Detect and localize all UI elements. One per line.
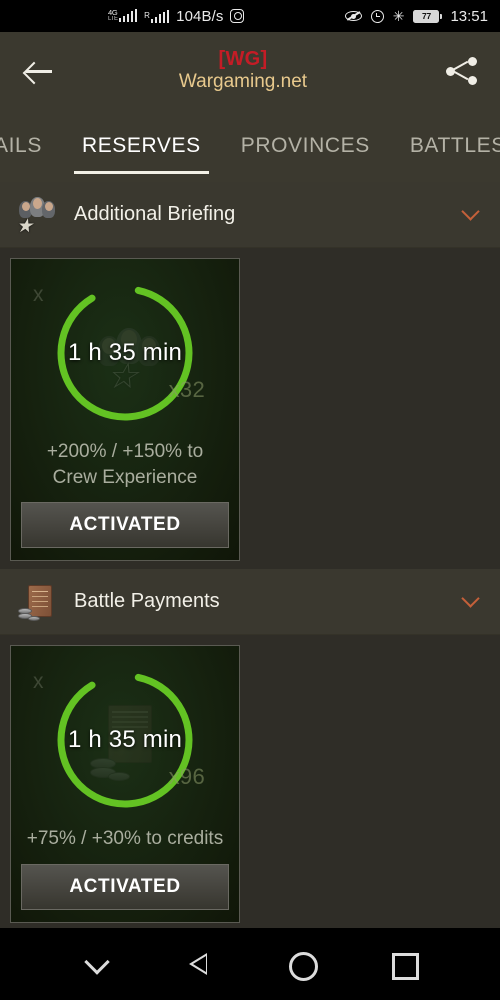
reserve-time-label: 1 h 35 min — [67, 726, 183, 754]
status-bar-left: 4G LTE R 104B/s — [108, 7, 245, 25]
activated-button[interactable]: ACTIVATED — [21, 863, 229, 910]
chevron-down-icon[interactable] — [460, 204, 482, 226]
tab-details[interactable]: AILS — [0, 110, 62, 182]
clan-name-label: Wargaming.net — [178, 70, 308, 92]
reserve-timer: x ☆ x32 1 h 35 min — [21, 269, 229, 437]
activated-button-label: ACTIVATED — [69, 514, 181, 536]
reserve-card-wrap-payments: x x96 1 h 35 min +75% / +30% to credits … — [0, 635, 500, 931]
home-circle-icon[interactable] — [279, 942, 323, 986]
bluetooth-icon: ✳ — [392, 8, 405, 24]
clan-tag-label: [WG] — [218, 47, 268, 70]
reserve-bonus-label: +200% / +150% to Crew Experience — [46, 441, 204, 488]
network-sub-label: LTE — [108, 16, 118, 22]
reserve-time-label: 1 h 35 min — [67, 339, 183, 366]
crew-briefing-icon: ★ — [14, 192, 60, 238]
section-header-additional-briefing[interactable]: ★ Additional Briefing — [0, 182, 500, 248]
tab-battles[interactable]: BATTLES — [390, 110, 500, 182]
tab-reserves-label: RESERVES — [81, 134, 201, 157]
tab-reserves[interactable]: RESERVES — [62, 110, 221, 182]
ghost-multiplier-prefix: x — [33, 283, 44, 306]
status-bar-right: ✳ 77 13:51 — [344, 7, 488, 25]
reserve-card[interactable]: x x96 1 h 35 min +75% / +30% to credits … — [10, 645, 240, 923]
battery-icon: 77 — [413, 9, 443, 23]
clock-label: 13:51 — [450, 7, 488, 25]
tab-provinces-label: PROVINCES — [240, 134, 370, 157]
ghost-multiplier-prefix: x — [33, 670, 44, 694]
instagram-icon — [230, 9, 245, 23]
reserve-timer: x x96 1 h 35 min — [21, 656, 229, 824]
share-icon[interactable] — [444, 54, 478, 88]
reserve-bonus-label: +75% / +30% to credits — [26, 828, 224, 850]
tab-provinces[interactable]: PROVINCES — [221, 110, 390, 182]
signal-4g-icon: 4G LTE — [108, 9, 138, 23]
section-title-label: Battle Payments — [74, 590, 220, 613]
network-speed-label: 104B/s — [176, 7, 224, 25]
chevron-down-icon[interactable] — [460, 591, 482, 613]
reserve-card-wrap-briefing: x ☆ x32 1 h 35 min +200% / +150% to Crew… — [0, 248, 500, 569]
activated-button-label: ACTIVATED — [69, 875, 181, 897]
signal-roaming-icon: R — [144, 9, 170, 23]
roaming-label: R — [144, 10, 150, 20]
section-header-battle-payments[interactable]: Battle Payments — [0, 569, 500, 636]
ledger-coins-icon — [14, 579, 60, 625]
tab-battles-label: BATTLES — [409, 134, 500, 157]
activated-button[interactable]: ACTIVATED — [21, 502, 229, 549]
section-title-label: Additional Briefing — [74, 203, 236, 225]
battery-level-label: 77 — [414, 10, 439, 22]
app-bar-titles: [WG] Wargaming.net — [42, 47, 444, 94]
system-nav-bar — [0, 928, 500, 1000]
recents-square-icon[interactable] — [381, 942, 425, 986]
back-arrow-icon[interactable] — [22, 54, 56, 88]
eye-comfort-icon — [344, 10, 362, 22]
app-bar: [WG] Wargaming.net — [0, 32, 500, 110]
tab-bar: AILS RESERVES PROVINCES BATTLES — [0, 110, 500, 182]
chevron-down-icon[interactable] — [75, 942, 119, 986]
tab-details-label: AILS — [0, 134, 42, 157]
reserve-card[interactable]: x ☆ x32 1 h 35 min +200% / +150% to Crew… — [10, 258, 240, 562]
back-triangle-icon[interactable] — [177, 942, 221, 986]
status-bar: 4G LTE R 104B/s ✳ 77 13:51 — [0, 0, 500, 32]
alarm-clock-icon — [370, 9, 384, 23]
